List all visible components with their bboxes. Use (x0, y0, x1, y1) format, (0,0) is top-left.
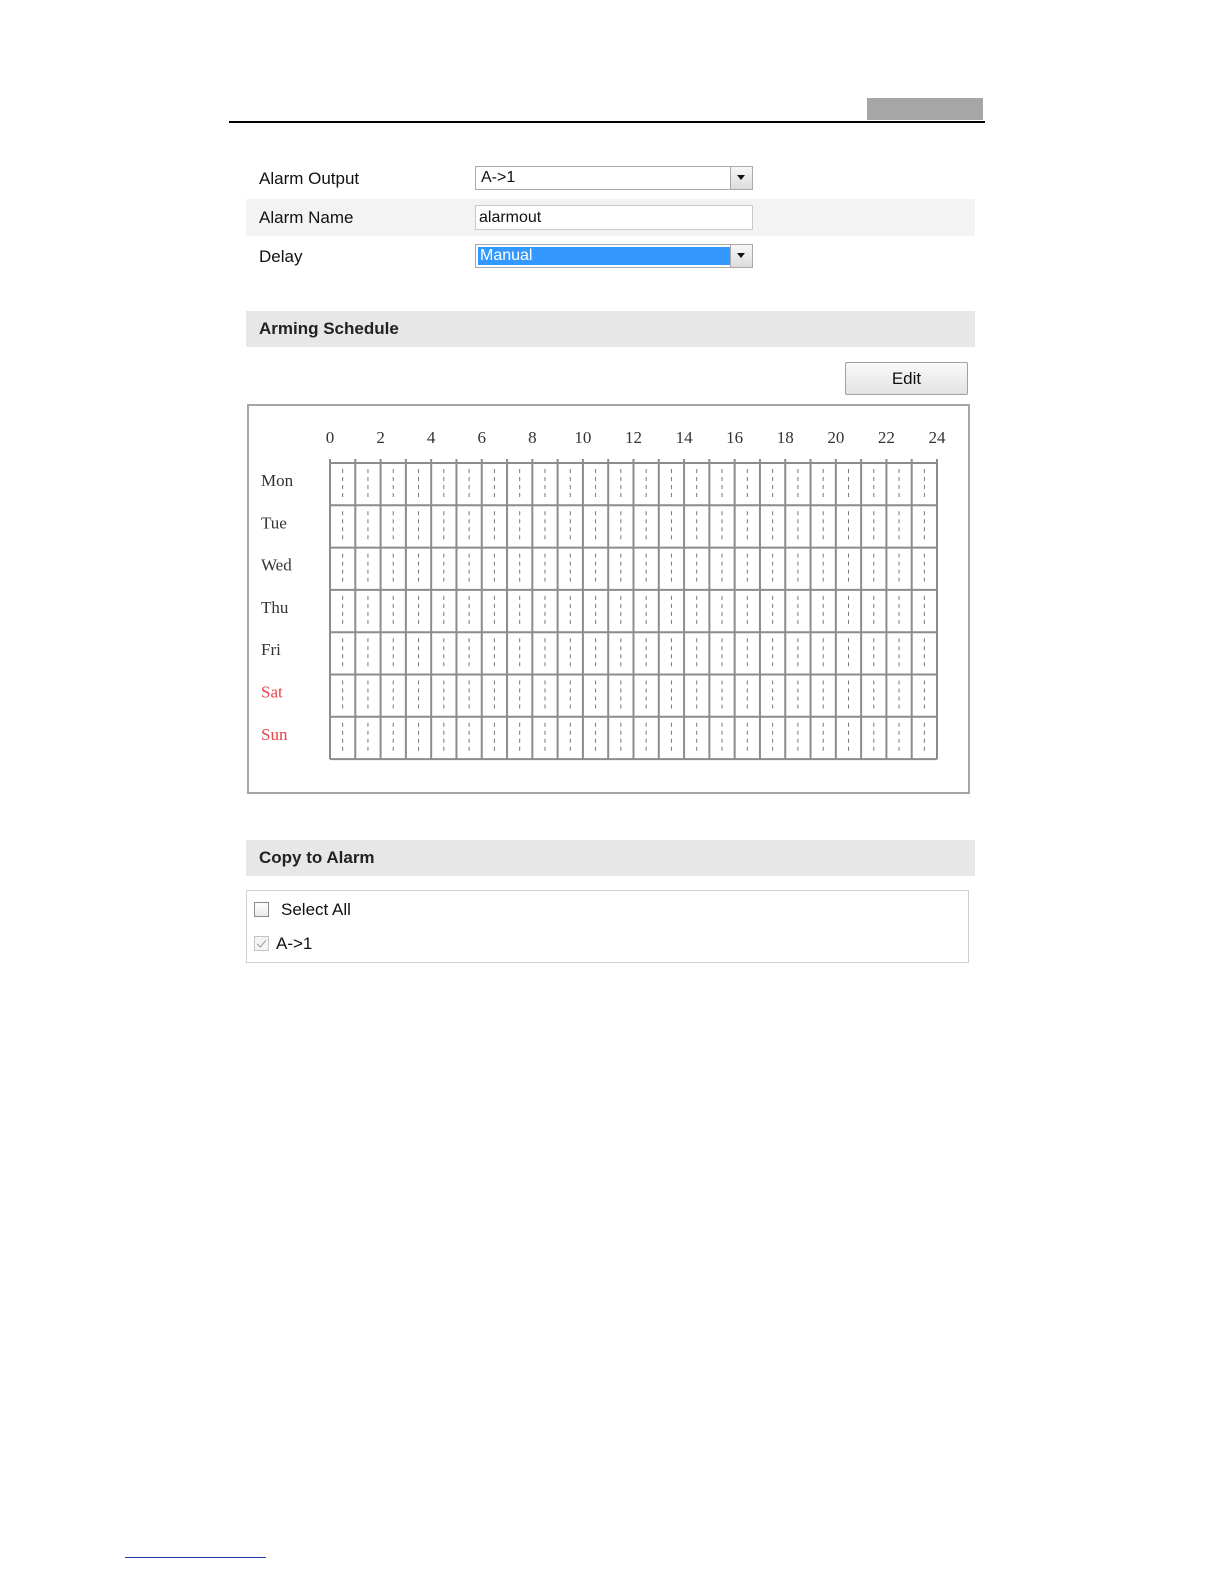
hour-label: 12 (625, 428, 642, 447)
chevron-down-icon[interactable] (730, 245, 752, 267)
hour-label: 2 (376, 428, 385, 447)
page-header-tab (867, 98, 983, 120)
copy-to-alarm-header: Copy to Alarm (246, 840, 975, 876)
page-header-rule (229, 121, 985, 123)
alarm-name-row: Alarm Name alarmout (246, 199, 975, 236)
arming-schedule-header: Arming Schedule (246, 311, 975, 347)
day-label: Thu (261, 598, 289, 617)
hour-label: 8 (528, 428, 537, 447)
alarm-output-label: Alarm Output (259, 169, 360, 188)
alarm-output-row: Alarm Output A->1 (246, 160, 975, 197)
delay-row: Delay Manual (246, 238, 975, 275)
hour-label: 0 (326, 428, 335, 447)
alarm-name-input[interactable]: alarmout (475, 205, 753, 230)
hour-label: 16 (726, 428, 743, 447)
alarm-item-checkbox (254, 936, 269, 951)
footer-link-underline (125, 1557, 266, 1558)
hour-label: 24 (929, 428, 947, 447)
alarm-item-label: A->1 (276, 934, 313, 953)
hour-label: 22 (878, 428, 895, 447)
hour-label: 6 (478, 428, 487, 447)
hour-label: 10 (574, 428, 591, 447)
day-label: Mon (261, 471, 294, 490)
delay-value: Manual (478, 247, 730, 265)
chevron-down-icon[interactable] (730, 167, 752, 189)
schedule-panel: 0 2 4 6 8 10 12 14 16 18 20 22 24 Mon Tue Wed Thu Fri Sat S… (247, 404, 970, 794)
select-all-checkbox[interactable] (254, 902, 269, 917)
day-label: Sun (261, 725, 288, 744)
schedule-grid[interactable]: 0 2 4 6 8 10 12 14 16 18 20 22 24MonTueWedThuFriSatS… (249, 406, 968, 792)
hour-label: 14 (676, 428, 694, 447)
arming-schedule-title: Arming Schedule (259, 319, 399, 338)
delay-select[interactable]: Manual (475, 244, 753, 268)
day-label: Wed (261, 556, 292, 575)
alarm-output-value: A->1 (481, 169, 516, 186)
select-all-label: Select All (281, 900, 351, 919)
hour-label: 4 (427, 428, 436, 447)
copy-to-alarm-title: Copy to Alarm (259, 848, 375, 867)
alarm-output-select[interactable]: A->1 (475, 166, 753, 190)
day-label: Sat (261, 683, 283, 702)
copy-to-alarm-panel: Select All A->1 (246, 890, 969, 963)
day-label: Tue (261, 513, 287, 532)
alarm-name-label: Alarm Name (259, 208, 354, 227)
day-label: Fri (261, 640, 281, 659)
hour-label: 20 (827, 428, 844, 447)
hour-label: 18 (777, 428, 794, 447)
delay-label: Delay (259, 247, 303, 266)
edit-button[interactable]: Edit (845, 362, 968, 395)
